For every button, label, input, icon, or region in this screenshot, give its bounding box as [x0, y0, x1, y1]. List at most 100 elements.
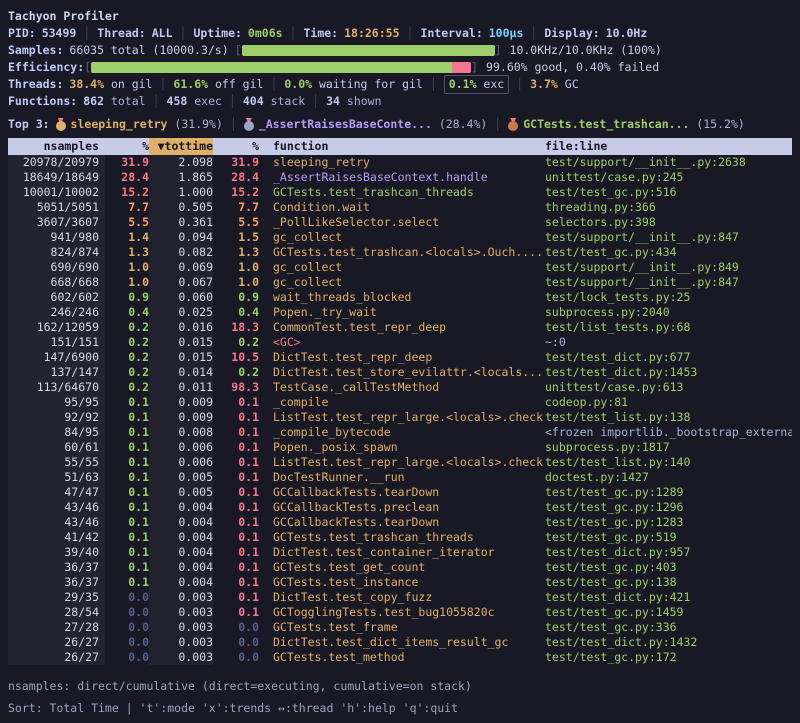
table-row[interactable]: 39/400.10.0040.1DictTest.test_container_…: [8, 545, 792, 560]
cell-function: GCTests.test_get_count: [273, 560, 545, 575]
table-row[interactable]: 668/6681.00.0671.0gc_collecttest/support…: [8, 275, 792, 290]
cell-function: GCTests.test_method: [273, 650, 545, 665]
table-row[interactable]: 151/1510.20.0150.2<GC>~:0: [8, 335, 792, 350]
column-header-nsamples[interactable]: nsamples: [8, 138, 105, 155]
cell-tottime: 1.000: [149, 185, 213, 200]
table-row[interactable]: 29/350.00.0030.1DictTest.test_copy_fuzzt…: [8, 590, 792, 605]
cell-function: DictTest.test_repr_deep: [273, 350, 545, 365]
table-row[interactable]: 690/6901.00.0691.0gc_collecttest/support…: [8, 260, 792, 275]
table-row[interactable]: 26/270.00.0030.0GCTests.test_methodtest/…: [8, 650, 792, 665]
table-row[interactable]: 941/9801.40.0941.5gc_collecttest/support…: [8, 230, 792, 245]
table-row[interactable]: 137/1470.20.0140.2DictTest.test_store_ev…: [8, 365, 792, 380]
cell-nsamples: 27/28: [8, 620, 105, 635]
info-line: PID:53499│Thread:ALL│Uptime:0m06s│Time:1…: [8, 25, 792, 42]
samples-total: 66035 total (10000.3/s): [69, 42, 228, 59]
cell-direct-pct: 1.4: [105, 230, 149, 245]
table-row[interactable]: 824/8741.30.0821.3GCTests.test_trashcan.…: [8, 245, 792, 260]
table-row[interactable]: 10001/1000215.21.00015.2GCTests.test_tra…: [8, 185, 792, 200]
cell-cumulative-pct: 0.0: [213, 620, 259, 635]
table-row[interactable]: 28/540.00.0030.1GCTogglingTests.test_bug…: [8, 605, 792, 620]
efficiency-bar-fail: [452, 62, 471, 73]
cell-file-line: test/test_dict.py:1453: [545, 365, 792, 380]
cell-function: <GC>: [273, 335, 545, 350]
info-label: Uptime:: [193, 25, 241, 42]
table-row[interactable]: 95/950.10.0090.1_compilecodeop.py:81: [8, 395, 792, 410]
table-row[interactable]: 27/280.00.0030.0GCTests.test_frametest/t…: [8, 620, 792, 635]
cell-function: _AssertRaisesBaseContext.handle: [273, 170, 545, 185]
cell-gap: [259, 515, 273, 530]
cell-tottime: 0.009: [149, 395, 213, 410]
table-row[interactable]: 51/630.10.0050.1DocTestRunner.__rundocte…: [8, 470, 792, 485]
column-header-tottime-sorted[interactable]: ▼tottime: [149, 138, 213, 155]
info-value: 100µs: [489, 25, 524, 42]
gold-medal-icon: [56, 118, 66, 131]
column-header-file-line[interactable]: file:line: [545, 138, 792, 155]
cell-direct-pct: 0.2: [105, 335, 149, 350]
cell-tottime: 0.014: [149, 365, 213, 380]
table-row[interactable]: 43/460.10.0040.1GCCallbackTests.tearDown…: [8, 515, 792, 530]
info-label: Display:: [544, 25, 599, 42]
table-row[interactable]: 55/550.10.0060.1ListTest.test_repr_large…: [8, 455, 792, 470]
table-row[interactable]: 147/69000.20.01510.5DictTest.test_repr_d…: [8, 350, 792, 365]
table-row[interactable]: 41/420.10.0040.1GCTests.test_trashcan_th…: [8, 530, 792, 545]
table-row[interactable]: 5051/50517.70.5057.7Condition.waitthread…: [8, 200, 792, 215]
cell-nsamples: 36/37: [8, 575, 105, 590]
table-row[interactable]: 84/950.10.0080.1_compile_bytecode<frozen…: [8, 425, 792, 440]
cell-gap: [259, 230, 273, 245]
table-row[interactable]: 113/646700.20.01198.3TestCase._callTestM…: [8, 380, 792, 395]
cell-tottime: 0.006: [149, 440, 213, 455]
cell-direct-pct: 0.9: [105, 290, 149, 305]
cell-gap: [259, 275, 273, 290]
medal-disc: [508, 121, 518, 131]
cell-cumulative-pct: 0.1: [213, 425, 259, 440]
cell-gap: [259, 290, 273, 305]
cell-file-line: unittest/case.py:245: [545, 170, 792, 185]
cell-cumulative-pct: 1.5: [213, 230, 259, 245]
separator: │: [270, 76, 277, 93]
threads-label: Threads:: [8, 76, 63, 93]
threads-stat-label: GC: [565, 77, 579, 91]
table-row[interactable]: 18649/1864928.41.86528.4_AssertRaisesBas…: [8, 170, 792, 185]
table-row[interactable]: 47/470.10.0050.1GCCallbackTests.tearDown…: [8, 485, 792, 500]
table-row[interactable]: 246/2460.40.0250.4Popen._try_waitsubproc…: [8, 305, 792, 320]
cell-cumulative-pct: 0.1: [213, 545, 259, 560]
cell-gap: [259, 485, 273, 500]
top3-function-name: GCTests.test_trashcan...: [523, 116, 696, 133]
efficiency-bar-good: [91, 62, 452, 73]
column-header-cumulative-pct[interactable]: %: [213, 138, 259, 155]
cell-function: gc_collect: [273, 260, 545, 275]
table-row[interactable]: 602/6020.90.0600.9wait_threads_blockedte…: [8, 290, 792, 305]
functions-stat-value: 34: [326, 93, 347, 110]
cell-nsamples: 95/95: [8, 395, 105, 410]
table-row[interactable]: 92/920.10.0090.1ListTest.test_repr_large…: [8, 410, 792, 425]
table-row[interactable]: 43/460.10.0040.1GCCallbackTests.preclean…: [8, 500, 792, 515]
column-header-direct-pct[interactable]: %: [105, 138, 149, 155]
cell-file-line: test/test_gc.py:1283: [545, 515, 792, 530]
table-row[interactable]: 26/270.00.0030.0DictTest.test_dict_items…: [8, 635, 792, 650]
table-row[interactable]: 162/120590.20.01618.3CommonTest.test_rep…: [8, 320, 792, 335]
cell-direct-pct: 0.1: [105, 455, 149, 470]
functions-stat-value: 458: [167, 93, 195, 110]
cell-direct-pct: 15.2: [105, 185, 149, 200]
table-row[interactable]: 3607/36075.50.3615.5_PollLikeSelector.se…: [8, 215, 792, 230]
column-header-function[interactable]: function: [273, 138, 545, 155]
cell-file-line: test/test_gc.py:1289: [545, 485, 792, 500]
cell-direct-pct: 0.0: [105, 635, 149, 650]
table-row[interactable]: 36/370.10.0040.1GCTests.test_instancetes…: [8, 575, 792, 590]
info-value: 53499: [42, 25, 77, 42]
cell-gap: [259, 410, 273, 425]
terminal-screen[interactable]: Tachyon Profiler PID:53499│Thread:ALL│Up…: [0, 0, 800, 723]
cell-gap: [259, 440, 273, 455]
cell-tottime: 0.060: [149, 290, 213, 305]
cell-file-line: codeop.py:81: [545, 395, 792, 410]
footer: nsamples: direct/cumulative (direct=exec…: [8, 675, 792, 719]
cell-gap: [259, 530, 273, 545]
cell-nsamples: 5051/5051: [8, 200, 105, 215]
table-row[interactable]: 36/370.10.0040.1GCTests.test_get_countte…: [8, 560, 792, 575]
functions-line: Functions: 862 total│458 exec│404 stack│…: [8, 93, 792, 110]
table-row[interactable]: 60/610.10.0060.1Popen._posix_spawnsubpro…: [8, 440, 792, 455]
cell-function: CommonTest.test_repr_deep: [273, 320, 545, 335]
info-value: 10.0Hz: [606, 25, 648, 42]
table-row[interactable]: 20978/2097931.92.09831.9sleeping_retryte…: [8, 155, 792, 170]
samples-progress-bar: [242, 45, 495, 56]
